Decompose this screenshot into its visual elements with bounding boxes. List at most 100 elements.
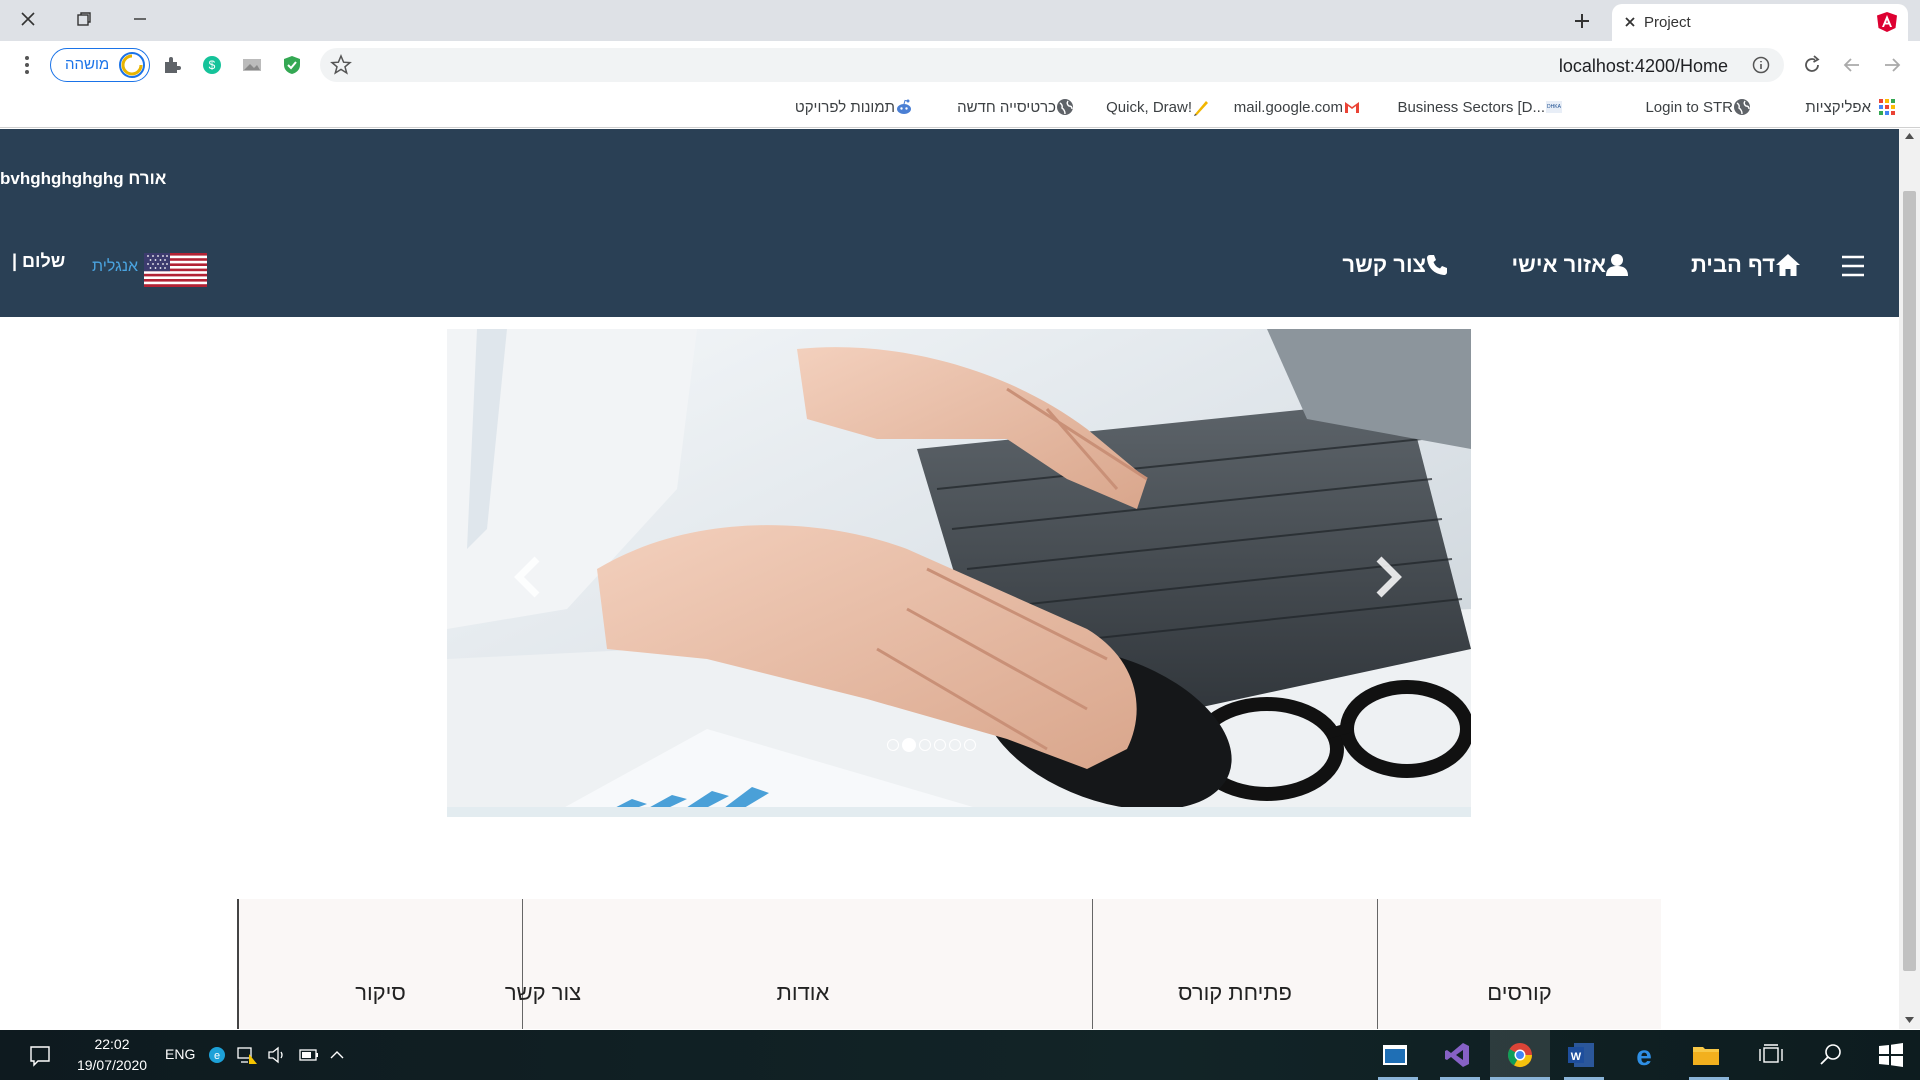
bookmark-business-sectors[interactable]: DHKA Business Sectors [D... xyxy=(1397,96,1570,118)
forward-icon[interactable] xyxy=(1881,54,1903,76)
globe-icon xyxy=(1057,99,1073,115)
chevron-up-icon[interactable] xyxy=(328,1040,346,1070)
nav-home[interactable]: דף הבית xyxy=(1691,252,1807,278)
window-restore-button[interactable] xyxy=(56,0,112,37)
scrollbar-thumb[interactable] xyxy=(1903,191,1916,971)
home-icon xyxy=(1776,254,1800,276)
menu-item-label: פתיחת קורס xyxy=(1178,980,1292,1005)
shield-icon[interactable] xyxy=(281,54,303,76)
nav-personal-label: אזור אישי xyxy=(1511,252,1606,277)
visual-studio-icon[interactable] xyxy=(1442,1040,1472,1070)
page-scrollbar[interactable] xyxy=(1899,129,1920,1029)
menu-item-label: קורסים xyxy=(1487,980,1552,1005)
scroll-down-icon[interactable] xyxy=(1905,1017,1914,1023)
bookmarks-bar: אפליקציות Login to STR DHKA Business Sec… xyxy=(0,87,1920,128)
carousel-indicator[interactable] xyxy=(949,739,961,751)
clock-date: 19/07/2020 xyxy=(76,1057,148,1073)
extensions-icon[interactable] xyxy=(161,54,183,76)
volume-icon[interactable] xyxy=(266,1040,286,1070)
nav-personal-area[interactable]: אזור אישי xyxy=(1512,252,1634,278)
carousel-indicator[interactable] xyxy=(887,739,899,751)
apps-grid-icon xyxy=(1879,99,1895,115)
gmail-icon xyxy=(1345,102,1359,113)
bookmark-label: אפליקציות xyxy=(1805,98,1871,116)
edge-icon[interactable]: e xyxy=(1629,1040,1659,1070)
us-flag-icon[interactable] xyxy=(144,253,207,287)
carousel-indicator-active[interactable] xyxy=(902,738,916,752)
app-window-icon[interactable] xyxy=(1380,1040,1410,1070)
bookmark-label: תמונות לפרויקט xyxy=(794,98,895,116)
url-text[interactable]: localhost:4200/Home xyxy=(1559,56,1728,77)
search-icon[interactable] xyxy=(1816,1040,1846,1070)
svg-text:e: e xyxy=(1636,1040,1652,1070)
menu-item-open-course[interactable]: פתיחת קורס xyxy=(1092,899,1377,1029)
notification-center-icon[interactable] xyxy=(28,1040,52,1070)
file-explorer-icon[interactable] xyxy=(1691,1040,1721,1070)
user-icon xyxy=(1606,254,1628,276)
scroll-up-icon[interactable] xyxy=(1905,133,1914,139)
bookmark-label: Business Sectors [D... xyxy=(1397,98,1545,116)
image-carousel[interactable] xyxy=(447,329,1471,817)
username-label: bvhghghghghg אורח xyxy=(0,169,167,188)
quickdraw-icon xyxy=(1194,101,1208,116)
bookmark-label: כרטיסייה חדשה xyxy=(957,98,1056,116)
carousel-prev-icon[interactable] xyxy=(509,553,549,601)
svg-text:e: e xyxy=(214,1050,220,1062)
bookmark-project-images[interactable]: תמונות לפרויקט xyxy=(795,96,920,118)
menu-item-review[interactable]: סיקור xyxy=(237,899,522,1029)
angular-icon xyxy=(1877,12,1897,32)
close-icon xyxy=(21,11,35,26)
address-bar[interactable]: localhost:4200/Home xyxy=(320,48,1784,82)
nav-contact-label: צור קשר xyxy=(1342,252,1426,277)
info-icon[interactable] xyxy=(1752,56,1770,74)
site-navbar: bvhghghghghg אורח דף הבית אזור אישי צור … xyxy=(0,129,1899,317)
carousel-indicator[interactable] xyxy=(934,739,946,751)
menu-dots-icon[interactable] xyxy=(16,54,38,76)
page-content: bvhghghghghg אורח דף הבית אזור אישי צור … xyxy=(0,129,1899,1029)
taskbar-clock[interactable]: 22:02 19/07/2020 xyxy=(70,1034,154,1076)
tab-title: Project xyxy=(1644,14,1691,31)
back-icon[interactable] xyxy=(1841,54,1863,76)
battery-icon[interactable] xyxy=(298,1040,320,1070)
bookmark-apps[interactable]: אפליקציות xyxy=(1805,96,1896,118)
windows-taskbar: 22:02 19/07/2020 ENG e W e xyxy=(0,1030,1920,1080)
new-tab-button[interactable] xyxy=(1568,9,1596,33)
chrome-icon[interactable] xyxy=(1505,1040,1535,1070)
edge-legacy-tray-icon[interactable]: e xyxy=(208,1040,226,1070)
language-link[interactable]: אנגלית xyxy=(92,258,138,276)
svg-text:W: W xyxy=(1571,1051,1582,1063)
minimize-icon xyxy=(134,17,146,20)
input-language[interactable]: ENG xyxy=(165,1046,195,1062)
globe-icon xyxy=(1734,99,1750,115)
reload-icon[interactable] xyxy=(1801,54,1823,76)
word-icon[interactable]: W xyxy=(1566,1040,1596,1070)
bookmark-new-tab[interactable]: כרטיסייה חדשה xyxy=(957,96,1081,118)
nav-home-label: דף הבית xyxy=(1690,252,1775,277)
carousel-next-icon[interactable] xyxy=(1367,553,1407,601)
image-extension-icon[interactable] xyxy=(241,54,263,76)
window-minimize-button[interactable] xyxy=(112,0,168,37)
task-view-icon[interactable] xyxy=(1755,1040,1785,1070)
tab-close-icon[interactable] xyxy=(1622,14,1638,30)
profile-button[interactable]: מושהה xyxy=(50,48,150,82)
network-icon[interactable] xyxy=(236,1040,258,1070)
bookmark-star-icon[interactable] xyxy=(330,54,352,76)
carousel-indicator[interactable] xyxy=(964,739,976,751)
windows-start-icon[interactable] xyxy=(1876,1040,1906,1070)
phone-icon xyxy=(1427,255,1447,275)
menu-item-label: אודות xyxy=(776,980,830,1005)
bookmark-quick-draw[interactable]: Quick, Draw! xyxy=(1106,96,1217,118)
window-close-button[interactable] xyxy=(0,0,56,37)
menu-item-courses[interactable]: קורסים xyxy=(1377,899,1661,1029)
bookmark-label: Login to STR xyxy=(1645,98,1733,116)
carousel-indicators xyxy=(887,738,976,752)
plus-icon xyxy=(1575,14,1589,28)
tab-project[interactable]: Project xyxy=(1612,4,1908,41)
bookmark-login-str[interactable]: Login to STR xyxy=(1645,96,1758,118)
carousel-indicator[interactable] xyxy=(919,739,931,751)
hamburger-menu-icon[interactable] xyxy=(1841,255,1865,277)
menu-item-about[interactable]: אודות צור קשר xyxy=(505,899,1092,1029)
bookmark-gmail[interactable]: mail.google.com xyxy=(1234,96,1368,118)
nav-contact[interactable]: צור קשר xyxy=(1342,252,1454,278)
grammarly-icon[interactable]: $ xyxy=(201,54,223,76)
